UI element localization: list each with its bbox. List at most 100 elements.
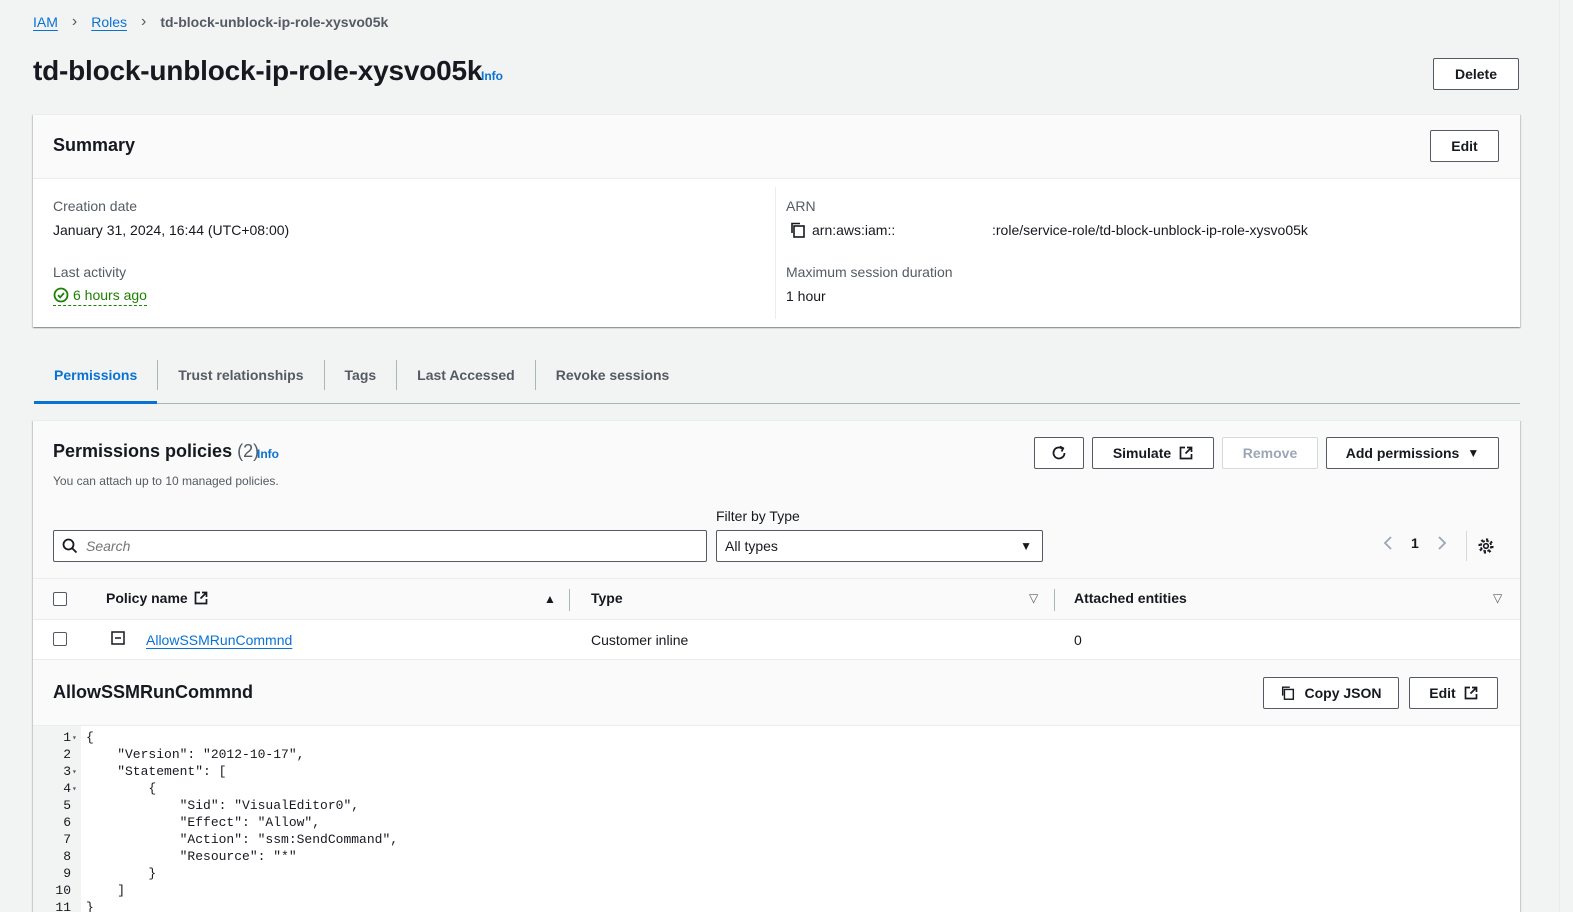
delete-button[interactable]: Delete [1433, 58, 1519, 90]
line-number: 1 [63, 730, 71, 745]
code-line: "Resource": "*" [86, 849, 297, 864]
column-type[interactable]: Type [591, 590, 623, 606]
fold-toggle-icon[interactable]: ▾ [72, 784, 77, 794]
summary-divider [775, 187, 776, 319]
fold-toggle-icon[interactable]: ▾ [72, 767, 77, 777]
tab-last-accessed[interactable]: Last Accessed [397, 358, 535, 403]
code-line: ] [86, 883, 126, 898]
check-circle-icon [53, 287, 69, 303]
pager-separator [1466, 531, 1467, 561]
policy-name-link[interactable]: AllowSSMRunCommnd [146, 632, 292, 648]
summary-title: Summary [53, 135, 136, 155]
last-activity-label: Last activity [53, 264, 127, 280]
gear-icon[interactable] [1477, 537, 1495, 558]
sort-icon[interactable]: ▽ [1493, 591, 1502, 605]
summary-panel: Summary Edit Creation date January 31, 2… [33, 114, 1520, 327]
page-title: td-block-unblock-ip-role-xysvo05k [33, 55, 483, 86]
external-link-icon [1179, 446, 1193, 460]
line-number: 3 [63, 764, 71, 779]
search-icon [62, 538, 78, 554]
line-number: 2 [63, 747, 71, 762]
permissions-title: Permissions policies (2) [53, 441, 259, 462]
line-number: 8 [63, 849, 71, 864]
last-activity-text: 6 hours ago [73, 287, 147, 303]
breadcrumb-current: td-block-unblock-ip-role-xysvo05k [160, 14, 389, 30]
permissions-title-text: Permissions policies [53, 441, 233, 461]
sort-ascending-icon[interactable]: ▲ [544, 592, 556, 606]
code-line: "Version": "2012-10-17", [86, 747, 305, 762]
line-number: 11 [55, 900, 71, 912]
remove-button[interactable]: Remove [1222, 437, 1318, 469]
copy-json-button[interactable]: Copy JSON [1263, 677, 1399, 709]
chevron-right-icon: › [141, 13, 147, 30]
select-all-checkbox[interactable] [53, 592, 67, 606]
simulate-label: Simulate [1112, 445, 1172, 461]
table-row[interactable]: AllowSSMRunCommnd Customer inline 0 [33, 620, 1520, 660]
permissions-info-link[interactable]: Info [257, 447, 279, 461]
chevron-left-icon[interactable] [1383, 536, 1393, 550]
line-number: 10 [55, 883, 71, 898]
collapse-icon[interactable] [111, 631, 125, 648]
code-line: "Action": "ssm:SendCommand", [86, 832, 399, 847]
filter-by-type-label: Filter by Type [716, 508, 800, 524]
copy-json-label: Copy JSON [1304, 685, 1382, 701]
refresh-icon [1052, 445, 1066, 460]
column-separator[interactable] [569, 589, 570, 611]
title-info-link[interactable]: Info [481, 69, 503, 83]
permissions-count: (2) [237, 441, 260, 461]
arn-label: ARN [786, 198, 816, 214]
add-permissions-button[interactable]: Add permissions ▼ [1326, 437, 1499, 469]
line-number: 7 [63, 832, 71, 847]
last-activity-value[interactable]: 6 hours ago [53, 287, 147, 306]
code-line: { [86, 781, 157, 796]
search-input[interactable] [86, 538, 666, 554]
copy-icon[interactable] [789, 221, 807, 242]
tab-revoke-sessions[interactable]: Revoke sessions [536, 358, 690, 403]
policy-edit-button[interactable]: Edit [1409, 677, 1498, 709]
max-session-label: Maximum session duration [786, 264, 953, 280]
tab-permissions[interactable]: Permissions [34, 358, 158, 404]
breadcrumb-iam[interactable]: IAM [33, 14, 58, 30]
add-permissions-label: Add permissions [1345, 445, 1460, 461]
simulate-button[interactable]: Simulate [1092, 437, 1214, 469]
policy-detail: AllowSSMRunCommnd Copy JSON Edit 1 ▾{2 "V… [33, 660, 1520, 912]
summary-edit-button[interactable]: Edit [1430, 130, 1499, 162]
column-attached-entities[interactable]: Attached entities [1074, 590, 1187, 606]
max-session-value: 1 hour [786, 288, 826, 304]
summary-header: Summary Edit [33, 115, 1520, 179]
role-tabs: Permissions Trust relationships Tags Las… [34, 358, 1520, 404]
external-link-icon [194, 591, 208, 605]
page-scrollbar[interactable] [1559, 0, 1573, 912]
policy-search[interactable] [53, 530, 707, 562]
sort-icon[interactable]: ▽ [1029, 591, 1038, 605]
external-link-icon [1464, 686, 1478, 700]
arn-suffix: :role/service-role/td-block-unblock-ip-r… [992, 222, 1308, 238]
fold-toggle-icon[interactable]: ▾ [72, 733, 77, 743]
refresh-button[interactable] [1034, 437, 1084, 469]
chevron-right-icon: › [71, 13, 78, 30]
row-checkbox[interactable] [53, 632, 67, 646]
caret-down-icon: ▼ [1467, 446, 1480, 460]
policy-detail-title: AllowSSMRunCommnd [53, 682, 253, 702]
page-number[interactable]: 1 [1411, 535, 1419, 551]
code-line: } [86, 866, 157, 881]
breadcrumb: IAM › Roles › td-block-unblock-ip-role-x… [33, 13, 389, 31]
line-number: 9 [63, 866, 71, 881]
code-line: "Statement": [ [86, 764, 227, 779]
column-policy-name-label: Policy name [106, 590, 188, 606]
chevron-right-icon[interactable] [1437, 536, 1447, 550]
copy-icon [1282, 686, 1295, 700]
breadcrumb-roles[interactable]: Roles [91, 14, 127, 30]
policy-json-editor[interactable]: 1 ▾{2 "Version": "2012-10-17", 3 ▾ "Stateme… [33, 725, 1520, 912]
filter-type-select[interactable]: All types ▼ [716, 530, 1043, 562]
column-separator[interactable] [1054, 589, 1055, 611]
policy-table-header: Policy name ▲ Type ▽ Attached entities ▽ [33, 578, 1520, 620]
creation-date-value: January 31, 2024, 16:44 (UTC+08:00) [53, 222, 290, 238]
tab-trust-relationships[interactable]: Trust relationships [158, 358, 323, 403]
line-number: 6 [63, 815, 71, 830]
permissions-description: You can attach up to 10 managed policies… [53, 474, 279, 488]
creation-date-label: Creation date [53, 198, 138, 214]
policy-edit-label: Edit [1429, 685, 1456, 701]
tab-tags[interactable]: Tags [325, 358, 397, 403]
column-policy-name[interactable]: Policy name [106, 590, 208, 606]
